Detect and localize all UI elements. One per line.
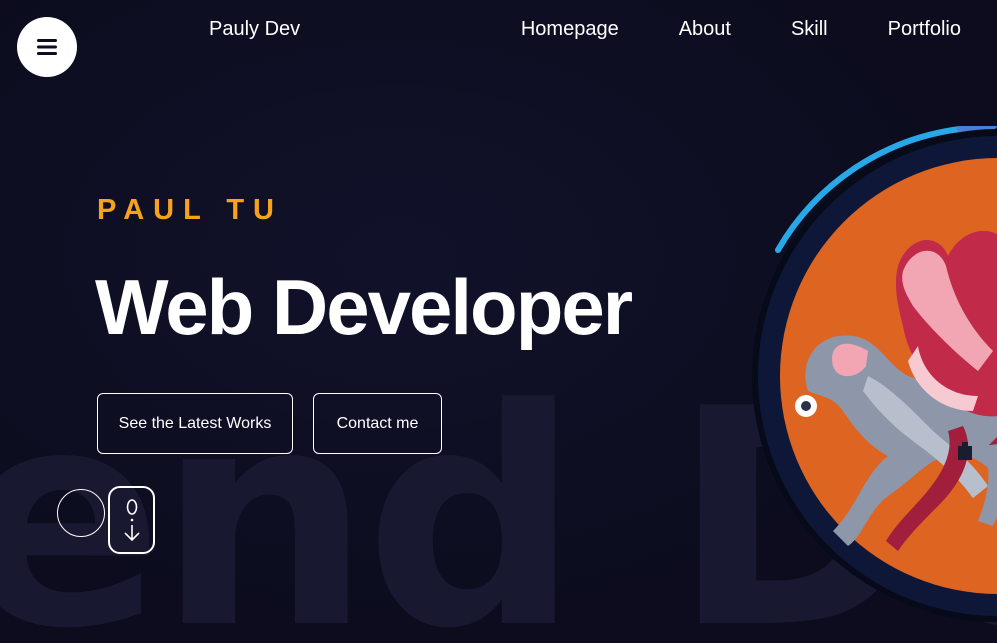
menu-button[interactable]	[17, 17, 77, 77]
nav-link-about[interactable]: About	[679, 18, 731, 41]
nav-link-portfolio[interactable]: Portfolio	[888, 18, 961, 41]
see-latest-works-button[interactable]: See the Latest Works	[97, 393, 293, 454]
page: end De Pauly Dev Homepage About Skill Po…	[0, 0, 997, 643]
avatar	[748, 123, 997, 626]
nav-link-skill[interactable]: Skill	[791, 18, 828, 41]
scroll-down-indicator[interactable]	[108, 486, 155, 554]
pixel-octopus-avatar	[752, 123, 997, 622]
contact-me-button[interactable]: Contact me	[313, 393, 442, 454]
hero-headline: Web Developer	[95, 263, 633, 351]
main-nav: Homepage About Skill Portfolio	[521, 18, 961, 41]
nav-link-homepage[interactable]: Homepage	[521, 18, 619, 41]
hero-name: PAUL TU	[97, 194, 283, 226]
scroll-mouse-icon	[123, 499, 140, 542]
hamburger-menu-icon	[37, 39, 57, 55]
brand-logo-text[interactable]: Pauly Dev	[209, 18, 300, 41]
cursor-follower-circle	[57, 489, 105, 537]
